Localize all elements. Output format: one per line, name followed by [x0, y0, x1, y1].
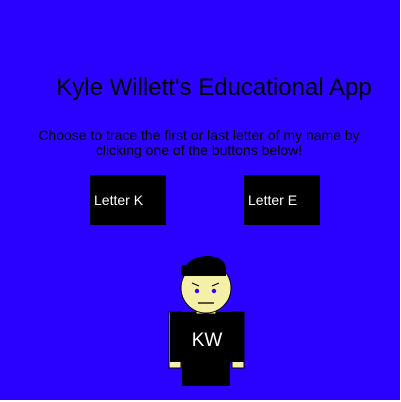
shirt-initials: KW	[192, 330, 223, 351]
character-legs	[182, 360, 230, 386]
character-right-eye	[211, 288, 217, 294]
character-left-eye	[194, 288, 200, 294]
app-canvas: Kyle Willett's Educational App Choose to…	[0, 0, 400, 400]
kyle-character-illustration: KW	[168, 256, 245, 386]
